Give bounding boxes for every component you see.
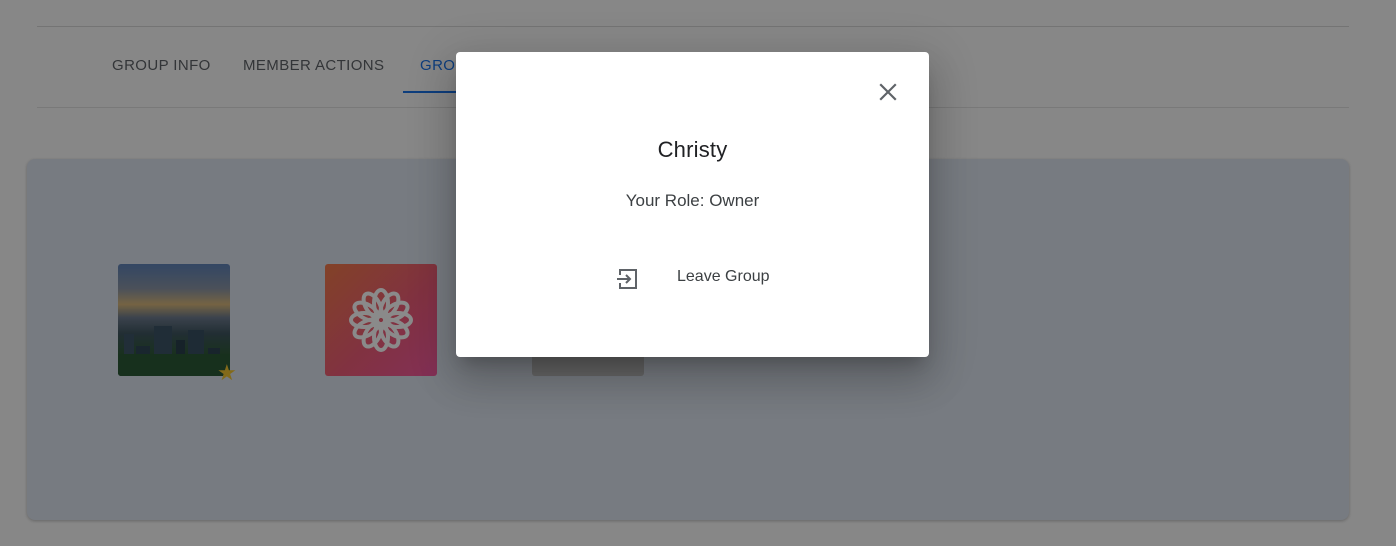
group-settings-page: GROUP INFO MEMBER ACTIONS GROUP ★ Christ… (0, 0, 1396, 546)
role-text: Your Role: Owner (625, 191, 760, 210)
close-button[interactable] (874, 78, 902, 106)
close-icon (879, 83, 897, 101)
exit-to-app-icon (617, 269, 637, 289)
leave-group-button[interactable]: Leave Group (606, 258, 778, 298)
leave-group-label: Leave Group (677, 268, 770, 285)
member-role-dialog: Christy Your Role: Owner Leave Group (456, 52, 929, 357)
member-name: Christy (657, 137, 728, 162)
